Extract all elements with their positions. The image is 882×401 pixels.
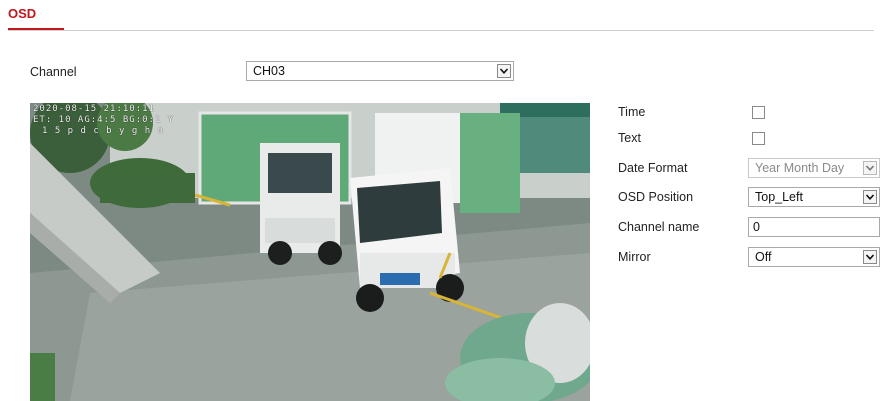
- osd-position-value: Top_Left: [755, 190, 803, 204]
- osd-position-select[interactable]: Top_Left: [748, 187, 880, 207]
- chevron-down-icon[interactable]: [497, 64, 511, 78]
- chevron-down-icon[interactable]: [863, 250, 877, 264]
- time-checkbox[interactable]: [752, 106, 765, 119]
- tab-divider: [8, 30, 874, 31]
- channel-name-label: Channel name: [618, 220, 700, 234]
- osd-position-label: OSD Position: [618, 190, 694, 204]
- osd-exposure-overlay: ET: 10 AG:4:5 BG:0:1 Y: [33, 115, 175, 125]
- mirror-label: Mirror: [618, 250, 651, 264]
- date-format-value: Year Month Day: [755, 161, 845, 175]
- time-label: Time: [618, 105, 646, 119]
- mirror-select[interactable]: Off: [748, 247, 880, 267]
- osd-channel-name-overlay: 1 5 p d c b y g h n: [42, 126, 164, 136]
- channel-select[interactable]: CH03: [246, 61, 514, 81]
- tab-osd[interactable]: OSD: [8, 6, 36, 21]
- chevron-down-icon[interactable]: [863, 161, 877, 175]
- osd-time-overlay: 2020-08-15 21:10:11: [33, 104, 155, 114]
- channel-label: Channel: [30, 65, 77, 79]
- text-label: Text: [618, 131, 641, 145]
- camera-preview: 2020-08-15 21:10:11 ET: 10 AG:4:5 BG:0:1…: [30, 103, 590, 401]
- date-format-select[interactable]: Year Month Day: [748, 158, 880, 178]
- chevron-down-icon[interactable]: [863, 190, 877, 204]
- channel-name-input[interactable]: 0: [748, 217, 880, 237]
- preview-image: [30, 103, 590, 401]
- date-format-label: Date Format: [618, 161, 688, 175]
- mirror-value: Off: [755, 250, 772, 264]
- text-checkbox[interactable]: [752, 132, 765, 145]
- channel-select-value: CH03: [253, 64, 285, 78]
